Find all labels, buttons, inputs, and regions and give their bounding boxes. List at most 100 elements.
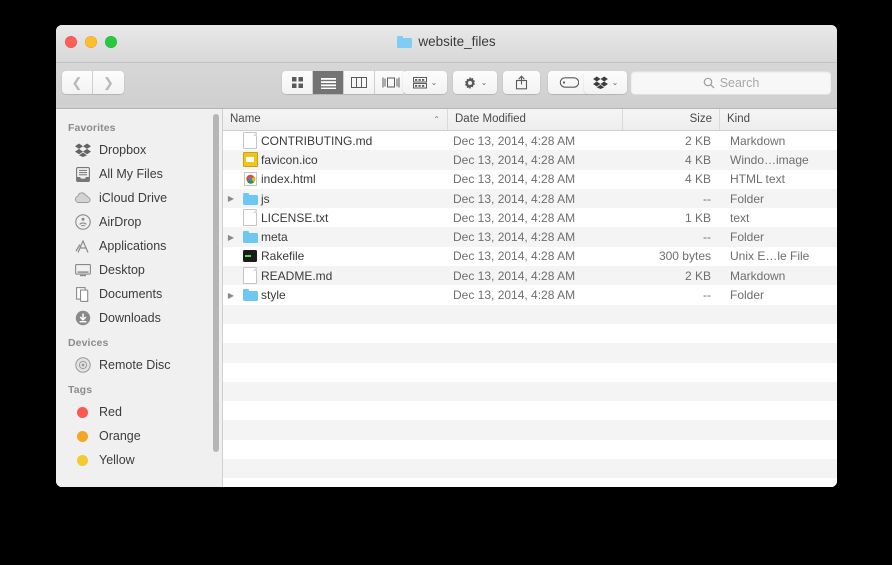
column-header-date-modified[interactable]: Date Modified: [448, 109, 623, 130]
gear-icon: [463, 76, 477, 90]
cell-kind: Folder: [720, 192, 837, 206]
back-button[interactable]: ❮: [62, 71, 93, 94]
sort-ascending-icon: ⌃: [433, 109, 440, 130]
sidebar-item-dropbox[interactable]: Dropbox: [56, 138, 222, 162]
sidebar-item-icloud-drive[interactable]: iCloud Drive: [56, 186, 222, 210]
cell-date-modified: Dec 13, 2014, 4:28 AM: [448, 288, 623, 302]
toolbar: ❮ ❯: [56, 63, 837, 109]
file-name: favicon.ico: [261, 153, 318, 167]
icon-view-button[interactable]: [282, 71, 313, 94]
title-bar: website_files: [56, 25, 837, 63]
sidebar-scrollbar[interactable]: [213, 114, 219, 452]
column-header-name[interactable]: Name ⌃: [223, 109, 448, 130]
sidebar-item-airdrop[interactable]: AirDrop: [56, 210, 222, 234]
table-row[interactable]: favicon.icoDec 13, 2014, 4:28 AM4 KBWind…: [223, 150, 837, 169]
airdrop-icon: [74, 214, 91, 231]
file-icon: [239, 209, 261, 226]
cell-date-modified: Dec 13, 2014, 4:28 AM: [448, 172, 623, 186]
cell-date-modified: Dec 13, 2014, 4:28 AM: [448, 192, 623, 206]
terminal-icon: [243, 250, 257, 262]
sidebar-item-tag-orange[interactable]: Orange: [56, 424, 222, 448]
coverflow-view-button[interactable]: [375, 71, 406, 94]
sidebar-item-tag-yellow[interactable]: Yellow: [56, 448, 222, 472]
share-button[interactable]: [503, 71, 540, 94]
empty-row: [223, 459, 837, 478]
sidebar-section-header-devices: Devices: [56, 330, 222, 353]
cell-kind: Folder: [720, 288, 837, 302]
disclosure-triangle-icon[interactable]: ▶: [223, 233, 239, 242]
search-input[interactable]: Search: [631, 71, 831, 94]
sidebar-item-desktop[interactable]: Desktop: [56, 258, 222, 282]
table-row[interactable]: ▶metaDec 13, 2014, 4:28 AM--Folder: [223, 227, 837, 246]
sidebar-item-label: Yellow: [99, 453, 135, 467]
arrange-grid-icon: [413, 77, 427, 89]
cell-size: --: [623, 192, 720, 206]
file-name: index.html: [261, 172, 316, 186]
sidebar-item-label: Dropbox: [99, 143, 146, 157]
sidebar-item-downloads[interactable]: Downloads: [56, 306, 222, 330]
sidebar-item-remote-disc[interactable]: Remote Disc: [56, 353, 222, 377]
disc-icon: [74, 357, 91, 374]
cell-name: favicon.ico: [223, 152, 448, 167]
cell-kind: Markdown: [720, 269, 837, 283]
table-row[interactable]: ▶jsDec 13, 2014, 4:28 AM--Folder: [223, 189, 837, 208]
action-menu-button[interactable]: ⌄: [453, 71, 497, 94]
sidebar-item-applications[interactable]: Applications: [56, 234, 222, 258]
disclosure-triangle-icon[interactable]: ▶: [223, 194, 239, 203]
table-row[interactable]: index.htmlDec 13, 2014, 4:28 AM4 KBHTML …: [223, 170, 837, 189]
empty-row: [223, 440, 837, 459]
file-name: README.md: [261, 269, 332, 283]
folder-icon: [243, 193, 258, 205]
cell-size: 2 KB: [623, 134, 720, 148]
cell-kind: Markdown: [720, 134, 837, 148]
file-icon: [239, 231, 261, 243]
column-header-size[interactable]: Size: [623, 109, 720, 130]
column-header-kind[interactable]: Kind: [720, 109, 837, 130]
view-mode-buttons: [282, 71, 406, 94]
list-icon: [321, 77, 336, 89]
cell-kind: Folder: [720, 230, 837, 244]
list-view-button[interactable]: [313, 71, 344, 94]
disclosure-triangle-icon[interactable]: ▶: [223, 291, 239, 300]
tag-dot-icon: [74, 404, 91, 421]
cell-name: README.md: [223, 267, 448, 284]
cell-name: ▶ meta: [223, 230, 448, 244]
cell-date-modified: Dec 13, 2014, 4:28 AM: [448, 269, 623, 283]
forward-button[interactable]: ❯: [93, 71, 124, 94]
table-row[interactable]: RakefileDec 13, 2014, 4:28 AM300 bytesUn…: [223, 247, 837, 266]
table-row[interactable]: CONTRIBUTING.mdDec 13, 2014, 4:28 AM2 KB…: [223, 131, 837, 150]
arrange-button[interactable]: ⌄: [403, 71, 447, 94]
table-row[interactable]: LICENSE.txtDec 13, 2014, 4:28 AM1 KBtext: [223, 208, 837, 227]
cell-date-modified: Dec 13, 2014, 4:28 AM: [448, 134, 623, 148]
cell-kind: Windo…image: [720, 153, 837, 167]
search-placeholder: Search: [720, 76, 760, 90]
cell-name: ▶style: [223, 288, 448, 302]
sidebar-item-all-my-files[interactable]: All My Files: [56, 162, 222, 186]
file-name: meta: [261, 230, 288, 244]
file-icon: [239, 267, 261, 284]
dropbox-icon: [74, 142, 91, 159]
sidebar-item-label: Remote Disc: [99, 358, 171, 372]
cell-date-modified: Dec 13, 2014, 4:28 AM: [448, 153, 623, 167]
dropbox-button[interactable]: ⌄: [584, 71, 627, 94]
columns-icon: [351, 77, 367, 88]
cell-date-modified: Dec 13, 2014, 4:28 AM: [448, 249, 623, 263]
folder-icon: [243, 289, 258, 301]
cell-size: 300 bytes: [623, 249, 720, 263]
sidebar: Favorites Dropbox: [56, 109, 223, 487]
empty-row: [223, 478, 837, 487]
empty-row: [223, 363, 837, 382]
table-row[interactable]: README.mdDec 13, 2014, 4:28 AM2 KBMarkdo…: [223, 266, 837, 285]
file-list: Name ⌃ Date Modified Size Kind CONTRIBUT…: [223, 109, 837, 487]
empty-row: [223, 343, 837, 362]
sidebar-item-tag-red[interactable]: Red: [56, 400, 222, 424]
column-view-button[interactable]: [344, 71, 375, 94]
sidebar-item-documents[interactable]: Documents: [56, 282, 222, 306]
grid-icon: [291, 76, 304, 89]
cell-size: --: [623, 288, 720, 302]
image-icon: [243, 152, 258, 167]
cell-name: Rakefile: [223, 249, 448, 263]
file-name: Rakefile: [261, 249, 304, 263]
chevron-left-icon: ❮: [72, 76, 83, 89]
table-row[interactable]: ▶styleDec 13, 2014, 4:28 AM--Folder: [223, 285, 837, 304]
